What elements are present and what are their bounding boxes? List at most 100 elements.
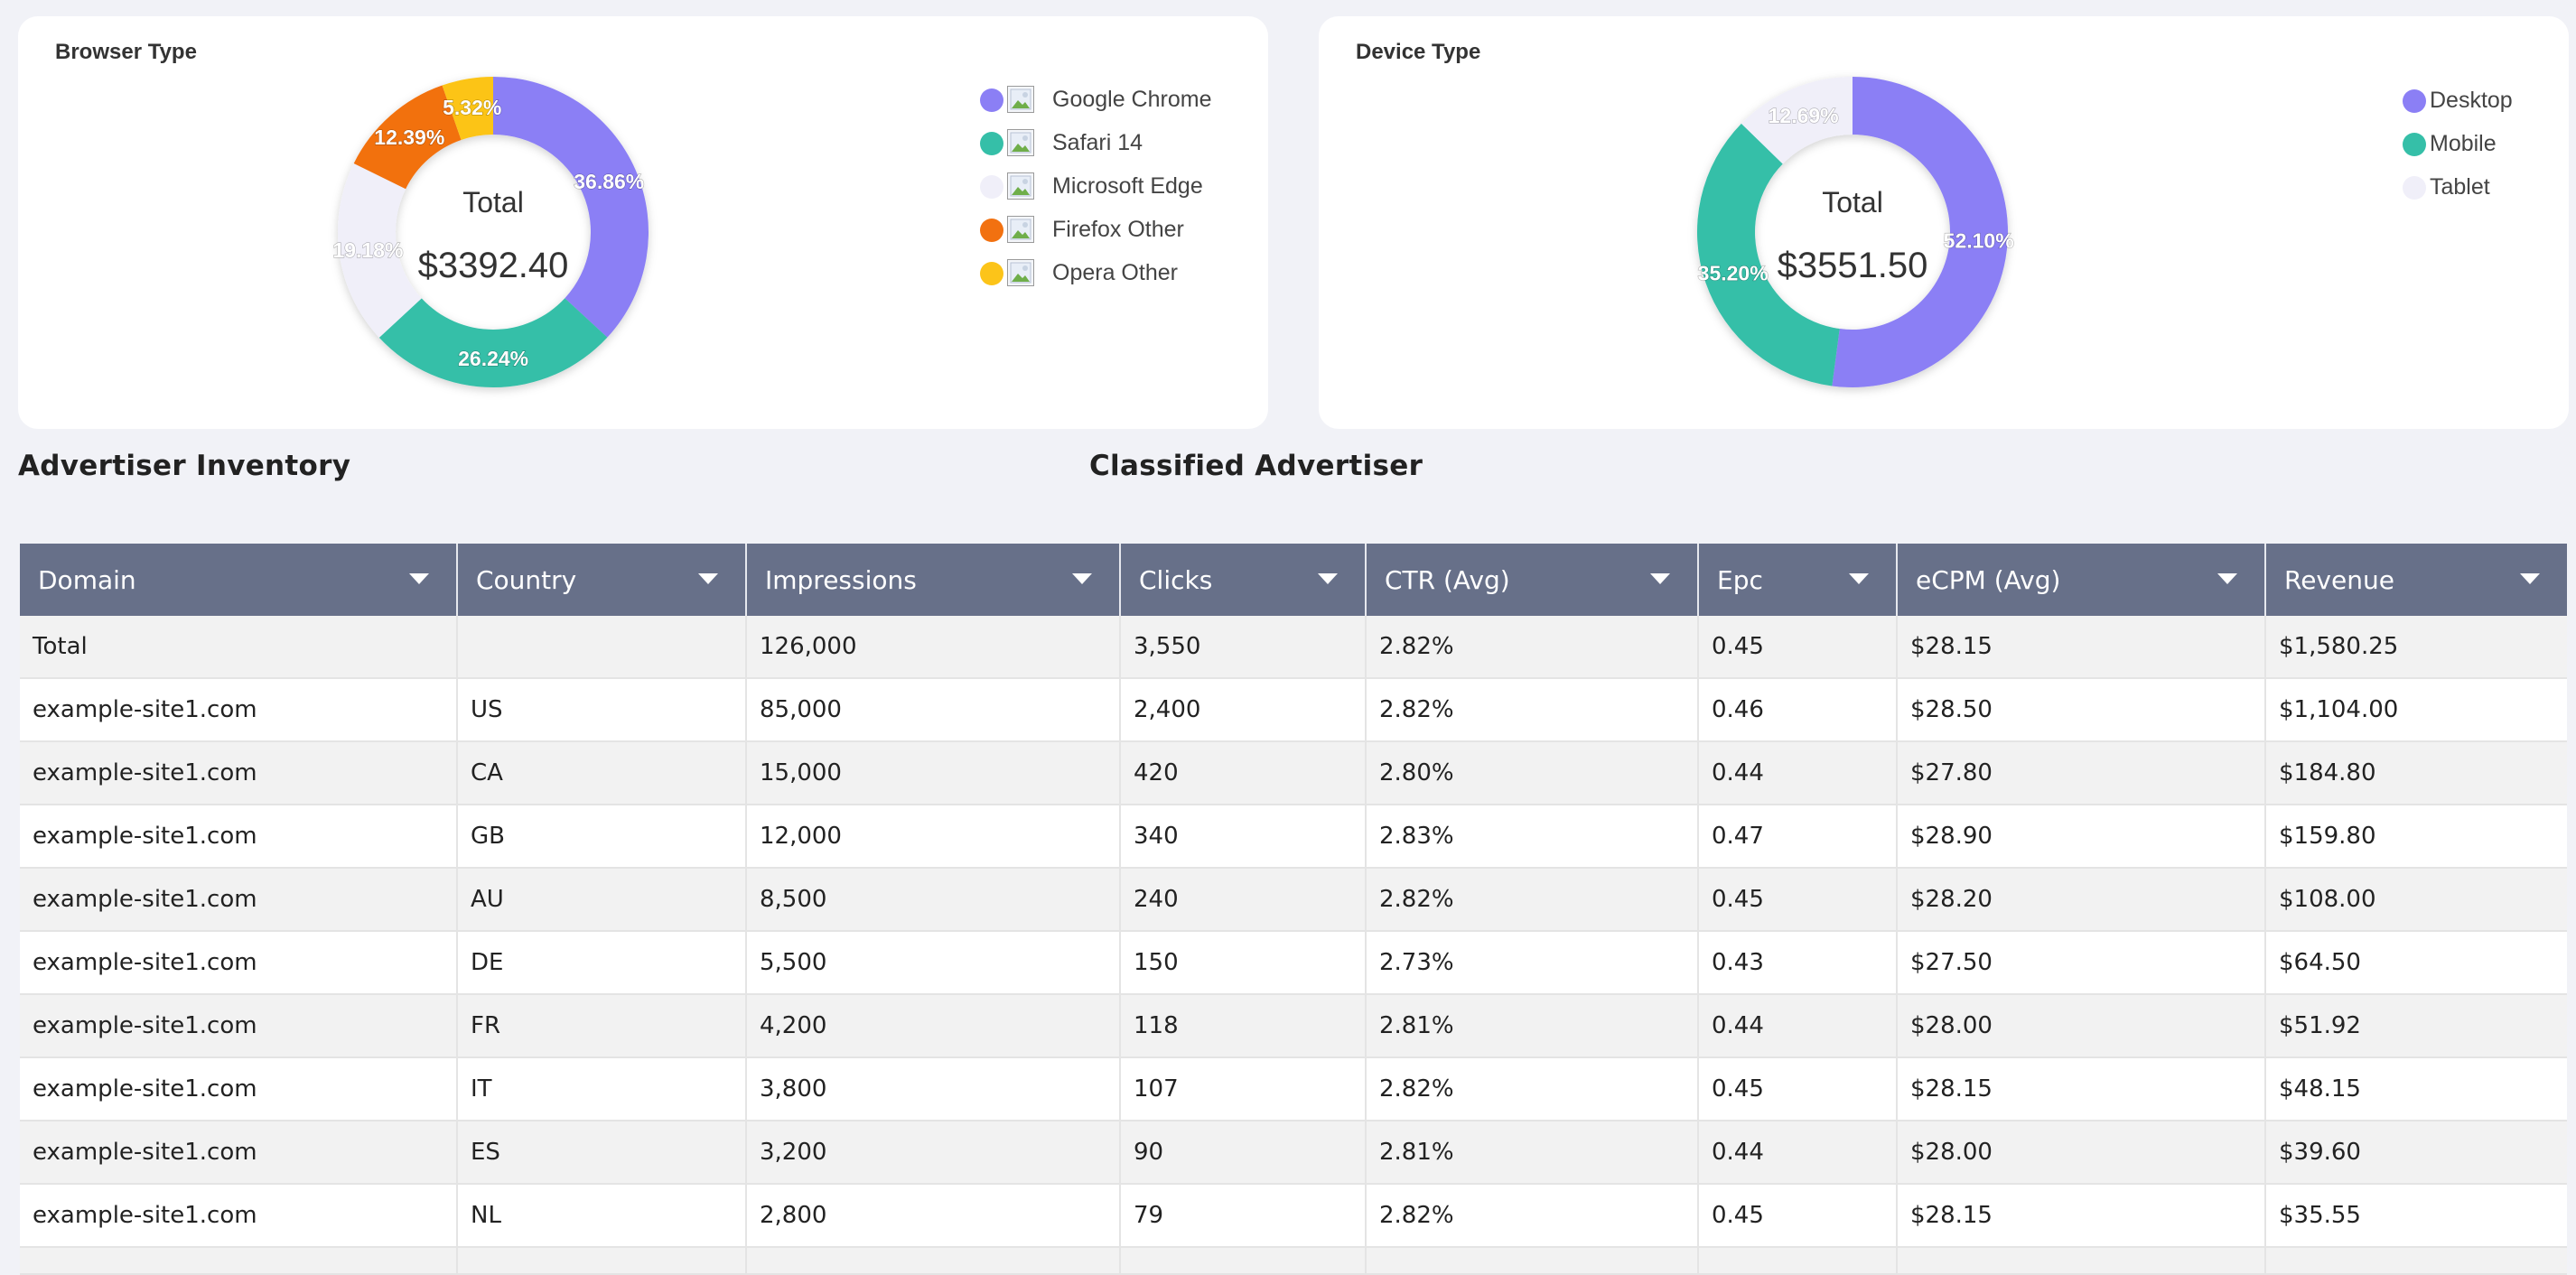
table-cell: 0.44 [1698, 994, 1898, 1058]
legend-swatch [2403, 133, 2426, 156]
broken-image-icon [1007, 129, 1034, 156]
advertiser-table: Domain Country Impressions Clicks CTR (A… [20, 544, 2567, 1275]
caret-down-icon[interactable] [1849, 573, 1869, 584]
table-cell: $28.50 [1897, 678, 2266, 742]
column-header-label: Clicks [1139, 564, 1213, 595]
table-cell: $64.50 [2265, 931, 2567, 995]
table-row[interactable]: example-site1.com US 85,000 2,400 2.82% 0.46 $… [20, 678, 2567, 742]
caret-down-icon[interactable] [1318, 573, 1338, 584]
table-cell: 118 [1120, 994, 1367, 1058]
table-cell: 0.47 [1698, 805, 1898, 869]
caret-down-icon[interactable] [2520, 573, 2540, 584]
table-cell: 0.45 [1698, 1184, 1898, 1248]
broken-image-icon [1007, 216, 1034, 243]
table-cell: 3,550 [1120, 616, 1367, 679]
table-cell: $35.55 [2265, 1184, 2567, 1248]
table-row[interactable]: example-site1.com AU 8,500 240 2.82% 0.45 $28.… [20, 868, 2567, 932]
legend-swatch [980, 175, 1003, 199]
column-header-revenue[interactable]: Revenue [2265, 544, 2567, 616]
column-header-ecpm[interactable]: eCPM (Avg) [1897, 544, 2266, 616]
table-cell: 85,000 [746, 678, 1121, 742]
donut-center-value: $3392.40 [418, 246, 569, 285]
browser-type-card: Browser Type 36.86% 26.24% 19.18% 12.39% 5.3… [18, 16, 1268, 429]
table-cell: example-site1.com [20, 1057, 458, 1121]
table-cell: example-site1.com [20, 678, 458, 742]
column-header-ctr[interactable]: CTR (Avg) [1366, 544, 1699, 616]
table-cell: 2.83% [1366, 805, 1699, 869]
legend-label: Google Chrome [1052, 87, 1212, 112]
table-row[interactable]: example-site1.com GB 12,000 340 2.83% 0.47 $28… [20, 805, 2567, 869]
caret-down-icon[interactable] [2217, 573, 2237, 584]
table-header-row: Domain Country Impressions Clicks CTR (A… [20, 544, 2567, 616]
table-row[interactable]: example-site1.com DE 5,500 150 2.73% 0.43 $27.… [20, 931, 2567, 995]
table-cell: 2.81% [1366, 994, 1699, 1058]
table-row-total[interactable]: Total 126,000 3,550 2.82% 0.45 $28.15 $1,580.2… [20, 616, 2567, 679]
column-header-epc[interactable]: Epc [1698, 544, 1898, 616]
table-cell: 3,200 [746, 1121, 1121, 1185]
donut-slice-safari-14[interactable] [378, 298, 608, 387]
column-header-label: Epc [1717, 564, 1763, 595]
legend-swatch [980, 132, 1003, 155]
column-header-impressions[interactable]: Impressions [746, 544, 1121, 616]
table-cell: 2.82% [1366, 868, 1699, 932]
legend-swatch [2403, 89, 2426, 113]
table-cell: example-site1.com [20, 931, 458, 995]
table-cell [746, 1247, 1121, 1275]
donut-ring [337, 77, 649, 387]
column-header-country[interactable]: Country [457, 544, 747, 616]
broken-image-icon [1007, 172, 1034, 200]
broken-image-icon [1007, 86, 1034, 113]
legend-label: Mobile [2430, 131, 2497, 156]
table-cell: 3,800 [746, 1057, 1121, 1121]
table-cell: 240 [1120, 868, 1367, 932]
data-label: 12.39% [374, 126, 444, 149]
table-cell: 2.82% [1366, 616, 1699, 679]
table-cell: 2.82% [1366, 1184, 1699, 1248]
table-cell [1366, 1247, 1699, 1275]
table-row[interactable]: example-site1.com CA 15,000 420 2.80% 0.44 $27… [20, 741, 2567, 805]
table-cell: 0.44 [1698, 741, 1898, 805]
column-header-domain[interactable]: Domain [20, 544, 458, 616]
legend-label: Firefox Other [1052, 217, 1184, 242]
table-cell: 4,200 [746, 994, 1121, 1058]
table-cell: $28.15 [1897, 1184, 2266, 1248]
table-cell: 2.82% [1366, 1057, 1699, 1121]
table-cell: DE [457, 931, 747, 995]
table-cell: 79 [1120, 1184, 1367, 1248]
column-header-label: Impressions [765, 564, 917, 595]
table-cell: example-site1.com [20, 994, 458, 1058]
legend-swatch [980, 219, 1003, 242]
table-cell: 0.45 [1698, 868, 1898, 932]
column-header-clicks[interactable]: Clicks [1120, 544, 1367, 616]
table-cell: FR [457, 994, 747, 1058]
table-cell: $28.20 [1897, 868, 2266, 932]
column-header-label: eCPM (Avg) [1916, 564, 2061, 595]
table-row[interactable]: example-site1.com NL 2,800 79 2.82% 0.45 $28.1… [20, 1184, 2567, 1248]
device-type-card: Device Type 52.10% 35.20% 12.69% Total $3551… [1319, 16, 2569, 429]
caret-down-icon[interactable] [1650, 573, 1670, 584]
table-row[interactable]: example-site1.com IT 3,800 107 2.82% 0.45 $28.… [20, 1057, 2567, 1121]
table-row-partial [20, 1247, 2567, 1275]
table-cell: US [457, 678, 747, 742]
table-cell: 2.80% [1366, 741, 1699, 805]
table-cell [457, 1247, 747, 1275]
table-row[interactable]: example-site1.com ES 3,200 90 2.81% 0.44 $28.0… [20, 1121, 2567, 1185]
column-header-label: Revenue [2284, 564, 2394, 595]
classified-advertiser-title: Classified Advertiser [1089, 450, 1423, 482]
legend-swatch [980, 262, 1003, 285]
table-cell: $28.15 [1897, 1057, 2266, 1121]
caret-down-icon[interactable] [698, 573, 718, 584]
table-cell: 150 [1120, 931, 1367, 995]
table-row[interactable]: example-site1.com FR 4,200 118 2.81% 0.44 $28.… [20, 994, 2567, 1058]
caret-down-icon[interactable] [409, 573, 429, 584]
table-cell: 0.43 [1698, 931, 1898, 995]
column-header-label: Country [476, 564, 577, 595]
table-cell: $28.90 [1897, 805, 2266, 869]
table-cell: 0.45 [1698, 1057, 1898, 1121]
column-header-label: CTR (Avg) [1385, 564, 1510, 595]
table-cell: $51.92 [2265, 994, 2567, 1058]
table-cell: 2.81% [1366, 1121, 1699, 1185]
caret-down-icon[interactable] [1072, 573, 1092, 584]
data-label: 5.32% [443, 96, 501, 119]
table-cell: 420 [1120, 741, 1367, 805]
